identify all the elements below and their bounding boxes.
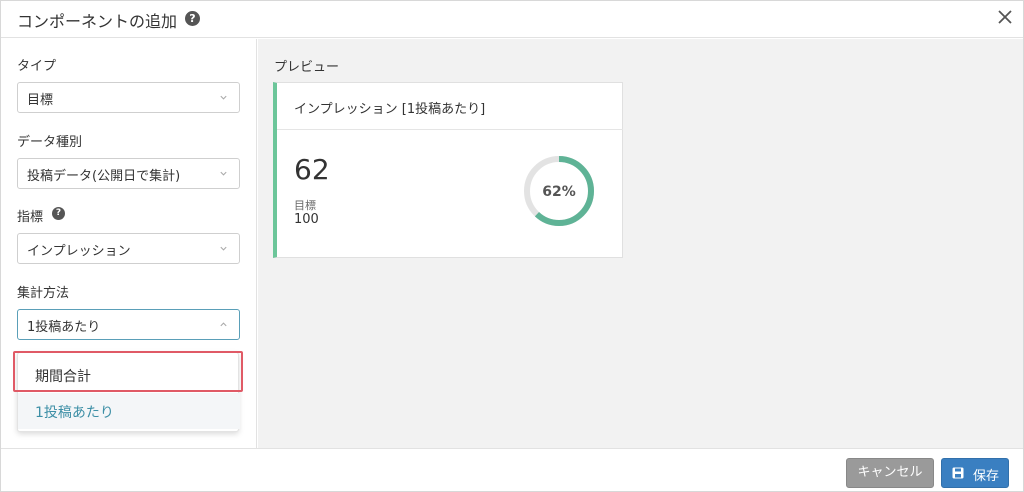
save-button[interactable]: 保存	[941, 458, 1009, 488]
type-select-value: 目標	[27, 93, 54, 108]
preview-panel: プレビュー インプレッション [1投稿あたり] 62 目標 100 62%	[258, 39, 1023, 448]
aggregation-select[interactable]: 1投稿あたり	[17, 309, 240, 340]
dialog-header: コンポーネントの追加 ?	[1, 1, 1023, 38]
dialog-footer: キャンセル 保存	[1, 448, 1023, 491]
data-kind-select-value: 投稿データ(公開日で集計)	[27, 169, 181, 184]
save-icon	[952, 467, 964, 479]
donut-percent: 62%	[542, 184, 576, 200]
metric-value: 62	[294, 153, 330, 186]
card-divider	[277, 129, 623, 130]
dialog-title: コンポーネントの追加	[17, 12, 178, 31]
chevron-down-icon	[220, 95, 227, 100]
progress-donut: 62%	[524, 156, 594, 226]
help-icon[interactable]: ?	[185, 11, 200, 26]
help-icon[interactable]: ?	[52, 207, 65, 220]
type-select[interactable]: 目標	[17, 82, 240, 113]
chevron-down-icon	[220, 246, 227, 251]
dropdown-option-selected[interactable]: 1投稿あたり	[18, 393, 240, 429]
goal-value: 100	[294, 212, 319, 227]
close-icon[interactable]	[995, 7, 1015, 27]
preview-card: インプレッション [1投稿あたり] 62 目標 100 62%	[273, 82, 623, 258]
metric-select-value: インプレッション	[27, 244, 131, 259]
cancel-button[interactable]: キャンセル	[846, 458, 934, 488]
aggregation-select-value: 1投稿あたり	[27, 320, 101, 335]
metric-label: 指標	[17, 210, 44, 225]
data-kind-label: データ種別	[17, 135, 83, 150]
metric-select[interactable]: インプレッション	[17, 233, 240, 264]
save-button-label: 保存	[973, 469, 1000, 484]
data-kind-select[interactable]: 投稿データ(公開日で集計)	[17, 158, 240, 189]
type-label: タイプ	[17, 59, 57, 74]
add-component-dialog: コンポーネントの追加 ? タイプ 目標 データ種別 投稿データ(公開日で集計) …	[0, 0, 1024, 492]
chevron-down-icon	[220, 171, 227, 176]
card-title: インプレッション [1投稿あたり]	[294, 102, 486, 117]
goal-label: 目標	[294, 199, 316, 212]
selection-highlight	[13, 351, 243, 392]
chevron-up-icon	[220, 322, 227, 327]
preview-label: プレビュー	[274, 60, 340, 75]
aggregation-label: 集計方法	[17, 286, 70, 301]
